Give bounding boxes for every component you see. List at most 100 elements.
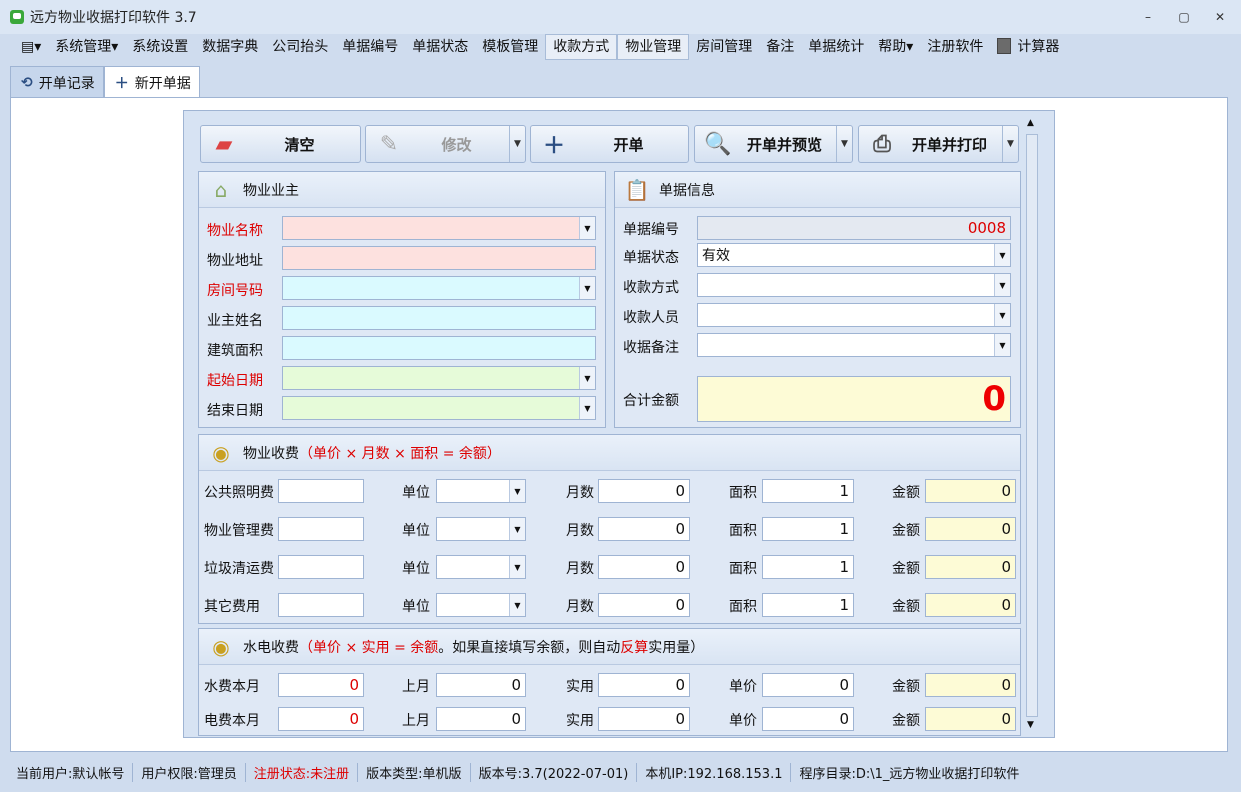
eraser-icon: ▰	[215, 131, 233, 157]
create-preview-button[interactable]: 🔍 开单并预览 ▼	[694, 125, 853, 163]
unit-label: 单位	[402, 599, 430, 615]
water-last-input[interactable]: 0	[436, 673, 526, 697]
chevron-down-icon[interactable]: ▼	[994, 244, 1010, 266]
unit-select[interactable]: ▼	[436, 555, 526, 579]
unit-price-input[interactable]	[278, 517, 364, 541]
menu-room-manage[interactable]: 房间管理	[689, 34, 759, 60]
menu-payment-method[interactable]: 收款方式	[545, 34, 618, 60]
status-bar: 当前用户:默认帐号 用户权限:管理员 注册状态:未注册 版本类型:单机版 版本号…	[0, 760, 1241, 784]
menu-template-manage[interactable]: 模板管理	[475, 34, 545, 60]
receipt-status-select[interactable]: 有效 ▼	[697, 243, 1011, 267]
create-button[interactable]: ＋ 开单	[530, 125, 689, 163]
menu-notes[interactable]: 备注	[759, 34, 801, 60]
property-name-select[interactable]: ▼	[282, 216, 596, 240]
receipt-number-label: 单据编号	[623, 222, 679, 238]
menu-company-header[interactable]: 公司抬头	[265, 34, 335, 60]
chevron-down-icon[interactable]: ▼	[994, 274, 1010, 296]
close-button[interactable]: ✕	[1211, 8, 1229, 26]
unit-price-input[interactable]	[278, 555, 364, 579]
chevron-down-icon[interactable]: ▼	[509, 518, 525, 540]
menu-system-manage[interactable]: 系统管理▾	[48, 34, 125, 60]
area-input[interactable]: 1	[762, 479, 854, 503]
water-current-input[interactable]: 0	[278, 673, 364, 697]
unit-price-input[interactable]	[278, 479, 364, 503]
chevron-down-icon[interactable]: ▼	[579, 277, 595, 299]
water-used-input[interactable]: 0	[598, 673, 690, 697]
printer-icon: ⎙	[873, 131, 891, 157]
unit-select[interactable]: ▼	[436, 517, 526, 541]
payee-select[interactable]: ▼	[697, 303, 1011, 327]
minimize-button[interactable]: –	[1139, 8, 1157, 26]
chevron-down-icon[interactable]: ▼	[579, 217, 595, 239]
electric-last-input[interactable]: 0	[436, 707, 526, 731]
start-date-picker[interactable]: ▼	[282, 366, 596, 390]
scroll-thumb[interactable]	[1026, 134, 1038, 717]
area-input[interactable]: 1	[762, 517, 854, 541]
chevron-down-icon[interactable]: ▼	[994, 304, 1010, 326]
clear-button[interactable]: ▰ 清空	[200, 125, 361, 163]
edit-button[interactable]: ✎ 修改 ▼	[365, 125, 526, 163]
property-address-input[interactable]	[282, 246, 596, 270]
amount-label: 金额	[892, 679, 920, 695]
receipt-note-select[interactable]: ▼	[697, 333, 1011, 357]
area-input[interactable]: 1	[762, 555, 854, 579]
amount-input[interactable]: 0	[925, 479, 1016, 503]
electric-price-input[interactable]: 0	[762, 707, 854, 731]
unit-select[interactable]: ▼	[436, 479, 526, 503]
edit-dropdown[interactable]: ▼	[509, 126, 525, 162]
payment-method-label: 收款方式	[623, 280, 679, 296]
months-input[interactable]: 0	[598, 517, 690, 541]
area-input[interactable]: 1	[762, 593, 854, 617]
menu-data-dictionary[interactable]: 数据字典	[195, 34, 265, 60]
menu-property-manage[interactable]: 物业管理	[617, 34, 690, 60]
electric-amount-input[interactable]: 0	[925, 707, 1016, 731]
tab-new-receipt[interactable]: ＋新开单据	[103, 66, 200, 99]
status-user: 当前用户:默认帐号	[8, 762, 134, 782]
chevron-down-icon[interactable]: ▼	[579, 397, 595, 419]
building-area-input[interactable]	[282, 336, 596, 360]
amount-input[interactable]: 0	[925, 555, 1016, 579]
building-area-label: 建筑面积	[207, 343, 263, 359]
end-date-picker[interactable]: ▼	[282, 396, 596, 420]
scroll-down-icon[interactable]: ▼	[1027, 720, 1034, 730]
fee-label-management: 物业管理费	[204, 523, 274, 539]
create-print-button[interactable]: ⎙ 开单并打印 ▼	[858, 125, 1019, 163]
chevron-down-icon[interactable]: ▼	[994, 334, 1010, 356]
form-scrollbar[interactable]: ▲ ▼	[1025, 118, 1039, 733]
menu-help[interactable]: 帮助▾	[871, 34, 920, 60]
water-amount-input[interactable]: 0	[925, 673, 1016, 697]
menu-system-settings[interactable]: 系统设置	[125, 34, 195, 60]
water-price-input[interactable]: 0	[762, 673, 854, 697]
unit-select[interactable]: ▼	[436, 593, 526, 617]
menu-calculator[interactable]: 计算器	[990, 34, 1066, 60]
chevron-down-icon[interactable]: ▼	[509, 480, 525, 502]
tab-records[interactable]: ⟲ 开单记录	[10, 66, 104, 98]
room-number-select[interactable]: ▼	[282, 276, 596, 300]
electric-current-input[interactable]: 0	[278, 707, 364, 731]
chevron-down-icon[interactable]: ▼	[509, 594, 525, 616]
preview-dropdown[interactable]: ▼	[836, 126, 852, 162]
menu-bar: ▤▾ 系统管理▾ 系统设置 数据字典 公司抬头 单据编号 单据状态 模板管理 收…	[0, 34, 1241, 60]
unit-price-input[interactable]	[278, 593, 364, 617]
quick-menu-icon[interactable]: ▤▾	[14, 34, 48, 60]
menu-statistics[interactable]: 单据统计	[801, 34, 871, 60]
status-edition: 版本类型:单机版	[358, 762, 471, 782]
months-input[interactable]: 0	[598, 555, 690, 579]
menu-receipt-status[interactable]: 单据状态	[405, 34, 475, 60]
months-input[interactable]: 0	[598, 593, 690, 617]
scroll-up-icon[interactable]: ▲	[1027, 118, 1034, 128]
chevron-down-icon[interactable]: ▼	[509, 556, 525, 578]
electric-used-input[interactable]: 0	[598, 707, 690, 731]
receipt-status-label: 单据状态	[623, 250, 679, 266]
maximize-button[interactable]: ▢	[1175, 8, 1193, 26]
amount-input[interactable]: 0	[925, 517, 1016, 541]
payment-method-select[interactable]: ▼	[697, 273, 1011, 297]
print-dropdown[interactable]: ▼	[1002, 126, 1018, 162]
coins-icon: ◉	[212, 440, 230, 465]
amount-input[interactable]: 0	[925, 593, 1016, 617]
menu-register[interactable]: 注册软件	[920, 34, 990, 60]
months-input[interactable]: 0	[598, 479, 690, 503]
menu-receipt-number[interactable]: 单据编号	[335, 34, 405, 60]
chevron-down-icon[interactable]: ▼	[579, 367, 595, 389]
owner-name-input[interactable]	[282, 306, 596, 330]
